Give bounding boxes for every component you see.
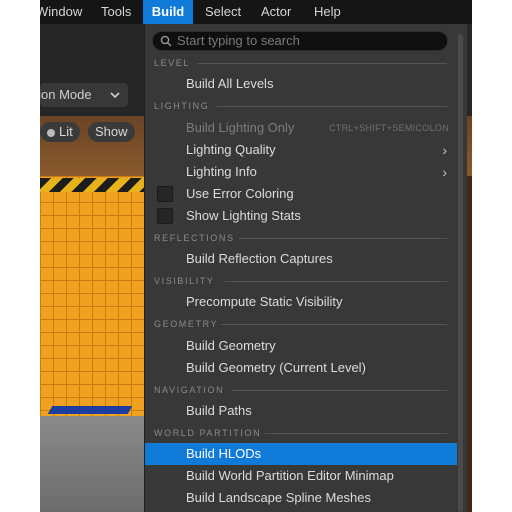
section-label: REFLECTIONS [154, 233, 235, 243]
section-divider [265, 433, 447, 434]
menu-window[interactable]: Window [40, 0, 82, 24]
lit-view-mode-button[interactable]: Lit [40, 122, 80, 142]
menu-select[interactable]: Select [205, 0, 241, 24]
section-geometry: GEOMETRY [145, 315, 457, 333]
section-visibility: VISIBILITY [145, 272, 457, 290]
menubar: Window Tools Build Select Actor Help [40, 0, 472, 24]
section-world-partition: WORLD PARTITION [145, 424, 457, 442]
hazard-stripe [40, 178, 144, 192]
build-menu-dropdown: Start typing to search LEVEL Build All L… [144, 24, 467, 512]
section-label: LEVEL [154, 58, 191, 68]
menu-item-label: Build World Partition Editor Minimap [186, 468, 394, 483]
menu-item-build-lighting-only[interactable]: Build Lighting Only CTRL+SHIFT+SEMICOLON [145, 117, 457, 139]
section-label: NAVIGATION [154, 385, 225, 395]
menu-item-label: Build Paths [186, 403, 252, 418]
menu-item-label: Build Lighting Only [186, 120, 295, 135]
menu-item-build-hlods[interactable]: Build HLODs [145, 443, 457, 465]
chevron-right-icon: › [442, 164, 447, 180]
section-divider [221, 324, 447, 325]
menu-item-label: Build Geometry [186, 338, 276, 353]
menu-item-label: Build Geometry (Current Level) [186, 360, 366, 375]
menu-tools[interactable]: Tools [101, 0, 131, 24]
menu-item-label: Use Error Coloring [186, 186, 294, 201]
lit-label: Lit [59, 124, 73, 139]
menu-build[interactable]: Build [143, 0, 193, 24]
section-navigation: NAVIGATION [145, 381, 457, 399]
menu-actor[interactable]: Actor [261, 0, 291, 24]
section-divider [217, 106, 447, 107]
lit-sphere-icon [47, 128, 55, 137]
section-label: WORLD PARTITION [154, 428, 262, 438]
menu-item-label: Build HLODs [186, 446, 262, 461]
chevron-down-icon [110, 83, 120, 107]
checkbox[interactable] [157, 186, 173, 202]
show-button[interactable]: Show [88, 122, 135, 142]
menu-item-lighting-quality[interactable]: Lighting Quality › [145, 139, 457, 161]
scene-wall [40, 176, 144, 416]
chevron-right-icon: › [442, 142, 447, 158]
section-divider [231, 390, 447, 391]
menu-item-label: Show Lighting Stats [186, 208, 301, 223]
menu-scrollbar[interactable] [458, 34, 463, 512]
shortcut-label: CTRL+SHIFT+SEMICOLON [328, 123, 449, 133]
section-divider [225, 281, 447, 282]
menu-item-label: Lighting Info [186, 164, 257, 179]
menu-item-label: Precompute Static Visibility [186, 294, 343, 309]
menu-item-build-geometry[interactable]: Build Geometry [145, 335, 457, 357]
menu-item-show-lighting-stats[interactable]: Show Lighting Stats [145, 205, 457, 227]
scene-object [47, 406, 133, 414]
show-label: Show [95, 124, 128, 139]
section-label: GEOMETRY [154, 319, 219, 329]
section-label: VISIBILITY [154, 276, 215, 286]
menu-item-label: Build Reflection Captures [186, 251, 333, 266]
search-placeholder: Start typing to search [177, 33, 300, 48]
menu-item-build-reflection-captures[interactable]: Build Reflection Captures [145, 248, 457, 270]
section-reflections: REFLECTIONS [145, 229, 457, 247]
menu-item-build-world-partition-editor-minimap[interactable]: Build World Partition Editor Minimap [145, 465, 457, 487]
section-divider [239, 238, 447, 239]
menu-item-build-all-levels[interactable]: Build All Levels [145, 73, 457, 95]
menu-search-input[interactable]: Start typing to search [152, 31, 448, 51]
section-divider [197, 63, 447, 64]
menu-item-use-error-coloring[interactable]: Use Error Coloring [145, 183, 457, 205]
menu-item-label: Lighting Quality [186, 142, 276, 157]
menu-item-build-paths[interactable]: Build Paths [145, 400, 457, 422]
menu-help[interactable]: Help [314, 0, 341, 24]
menu-item-precompute-static-visibility[interactable]: Precompute Static Visibility [145, 291, 457, 313]
menu-item-label: Build All Levels [186, 76, 274, 91]
section-level: LEVEL [145, 54, 457, 72]
section-label: LIGHTING [154, 101, 210, 111]
selection-mode-dropdown[interactable]: Selection Mode [40, 83, 128, 107]
menu-item-label: Build Landscape Spline Meshes [186, 490, 372, 505]
menu-item-build-landscape-spline-meshes[interactable]: Build Landscape Spline Meshes [145, 487, 457, 509]
selection-mode-label: Selection Mode [40, 87, 92, 102]
menu-item-lighting-info[interactable]: Lighting Info › [145, 161, 457, 183]
scene-floor [40, 416, 144, 512]
section-lighting: LIGHTING [145, 97, 457, 115]
checkbox[interactable] [157, 208, 173, 224]
menu-item-build-geometry-current-level[interactable]: Build Geometry (Current Level) [145, 357, 457, 379]
search-icon [160, 35, 172, 47]
